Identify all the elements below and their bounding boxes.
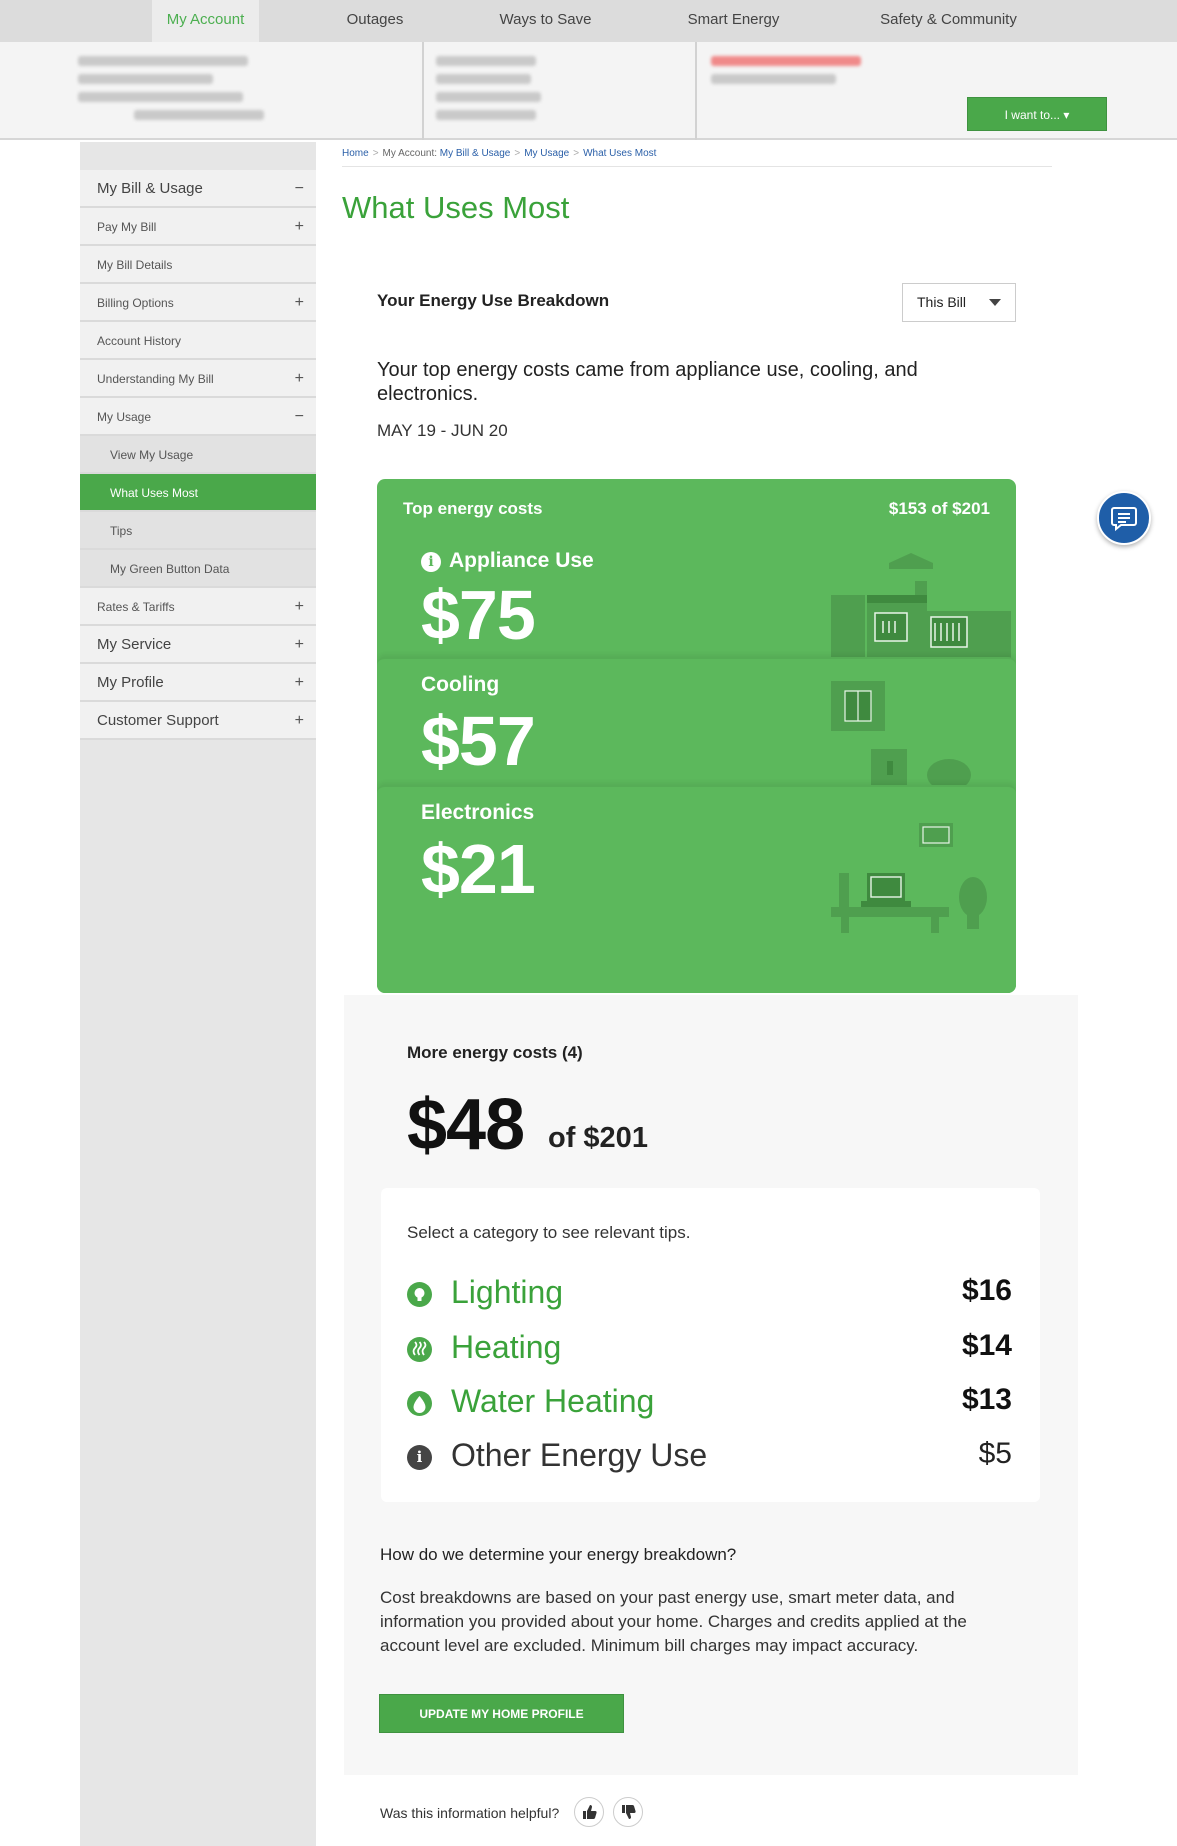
top-energy-costs-card: Top energy costs $153 of $201 i Appliance… — [377, 479, 1016, 993]
top-navigation: My Account Outages Ways to Save Smart En… — [0, 0, 1177, 42]
category-value: $14 — [961, 1329, 1012, 1362]
cost-panel-cooling[interactable]: Cooling $57 — [377, 657, 1016, 799]
sidebar-item-pay-my-bill[interactable]: Pay My Bill + — [80, 208, 316, 246]
category-value: $13 — [961, 1383, 1012, 1416]
expand-icon: + — [294, 598, 304, 615]
sidebar-item-account-history[interactable]: Account History — [80, 322, 316, 360]
sidebar-item-my-bill-usage[interactable]: My Bill & Usage − — [80, 170, 316, 208]
breadcrumb-bill-usage-link[interactable]: My Bill & Usage — [440, 148, 511, 159]
sidebar-item-green-button-data[interactable]: My Green Button Data — [80, 550, 316, 588]
expand-icon: + — [294, 636, 304, 653]
breadcrumb-current-page[interactable]: What Uses Most — [583, 148, 656, 159]
expand-icon: + — [294, 294, 304, 311]
tab-smart-energy[interactable]: Smart Energy — [676, 0, 791, 42]
breadcrumb-my-account: My Account: — [382, 148, 437, 159]
collapse-icon: − — [294, 408, 304, 425]
sidebar-item-rates-tariffs[interactable]: Rates & Tariffs + — [80, 588, 316, 626]
breadcrumb: Home > My Account: My Bill & Usage > My Usag… — [342, 148, 657, 159]
category-value: $16 — [961, 1274, 1012, 1307]
expand-icon: + — [294, 218, 304, 235]
info-icon: i — [407, 1445, 432, 1470]
account-info-redacted — [78, 42, 278, 140]
update-home-profile-button[interactable]: UPDATE MY HOME PROFILE — [379, 1694, 624, 1733]
feedback-question: Was this information helpful? — [380, 1805, 560, 1821]
divider — [342, 166, 1052, 167]
laptop-desk-icon — [831, 823, 987, 933]
sidebar-item-my-profile[interactable]: My Profile + — [80, 664, 316, 702]
tips-prompt: Select a category to see relevant tips. — [407, 1223, 691, 1242]
sidebar-item-tips[interactable]: Tips — [80, 512, 316, 550]
period-select[interactable]: This Bill — [902, 283, 1016, 322]
usage-summary: Your top energy costs came from applianc… — [377, 359, 918, 405]
tab-ways-to-save[interactable]: Ways to Save — [488, 0, 603, 42]
heat-icon — [407, 1337, 432, 1362]
category-value: $5 — [978, 1437, 1012, 1470]
sidebar-item-customer-support[interactable]: Customer Support + — [80, 702, 316, 740]
breadcrumb-home-link[interactable]: Home — [342, 148, 369, 159]
expand-icon: + — [294, 712, 304, 729]
cost-amount: $75 — [421, 576, 536, 654]
category-other-energy-use[interactable]: i Other Energy Use $5 — [407, 1437, 1012, 1477]
sidebar-item-my-service[interactable]: My Service + — [80, 626, 316, 664]
thumbs-down-button[interactable] — [613, 1797, 643, 1827]
chevron-down-icon — [989, 299, 1001, 306]
thumbs-down-icon — [622, 1805, 636, 1819]
collapse-icon: − — [294, 180, 304, 197]
breakdown-method-text: Cost breakdowns are based on your past e… — [380, 1588, 967, 1655]
more-costs-heading: More energy costs (4) — [407, 1043, 583, 1062]
sidebar-item-view-my-usage[interactable]: View My Usage — [80, 436, 316, 474]
kitchen-appliances-icon — [831, 553, 1011, 669]
page-title: What Uses Most — [342, 190, 570, 225]
sidebar-item-my-bill-details[interactable]: My Bill Details — [80, 246, 316, 284]
sidebar-menu: My Bill & Usage − Pay My Bill + My Bill De… — [80, 170, 316, 740]
thumbs-up-icon — [583, 1805, 597, 1819]
category-heating[interactable]: Heating $14 — [407, 1329, 1012, 1369]
cost-amount: $21 — [421, 830, 536, 908]
breakdown-heading: Your Energy Use Breakdown — [377, 291, 610, 310]
category-name: Water Heating — [451, 1383, 655, 1419]
chat-button[interactable] — [1097, 491, 1151, 545]
category-name: Heating — [451, 1329, 562, 1365]
date-range: MAY 19 - JUN 20 — [377, 421, 508, 440]
breadcrumb-my-usage-link[interactable]: My Usage — [524, 148, 569, 159]
top-costs-total: $153 of $201 — [888, 499, 990, 518]
lightbulb-icon — [407, 1282, 432, 1307]
expand-icon: + — [294, 674, 304, 691]
thumbs-up-button[interactable] — [574, 1797, 604, 1827]
cost-label: Cooling — [421, 673, 500, 696]
cost-panel-appliance[interactable]: i Appliance Use $75 — [377, 529, 1016, 669]
home-cooling-icon — [831, 681, 971, 799]
sidebar: My Bill & Usage − Pay My Bill + My Bill De… — [80, 142, 316, 1846]
expand-icon: + — [294, 370, 304, 387]
account-summary-header: I want to... ▾ — [0, 42, 1177, 140]
more-costs-amount: $48 — [407, 1085, 525, 1165]
chat-icon — [1111, 507, 1137, 532]
top-costs-heading: Top energy costs — [403, 499, 543, 518]
water-drop-icon — [407, 1391, 432, 1416]
tab-my-account[interactable]: My Account — [152, 0, 259, 42]
category-lighting[interactable]: Lighting $16 — [407, 1274, 1012, 1314]
sidebar-item-understanding-my-bill[interactable]: Understanding My Bill + — [80, 360, 316, 398]
tab-outages[interactable]: Outages — [320, 0, 430, 42]
cost-panel-electronics[interactable]: Electronics $21 — [377, 785, 1016, 993]
due-info-redacted — [711, 42, 871, 140]
payment-info-redacted — [436, 42, 586, 140]
more-costs-total: of $201 — [548, 1122, 648, 1154]
cost-label: Appliance Use — [449, 549, 594, 572]
i-want-to-button[interactable]: I want to... ▾ — [967, 97, 1107, 131]
category-name: Lighting — [451, 1274, 564, 1310]
sidebar-item-what-uses-most[interactable]: What Uses Most — [80, 474, 316, 512]
cost-label: Electronics — [421, 801, 535, 824]
sidebar-item-my-usage[interactable]: My Usage − — [80, 398, 316, 436]
cost-amount: $57 — [421, 702, 536, 780]
breakdown-method-heading: How do we determine your energy breakdow… — [380, 1545, 737, 1564]
info-icon[interactable]: i — [421, 552, 441, 572]
category-name: Other Energy Use — [451, 1437, 708, 1473]
sidebar-item-billing-options[interactable]: Billing Options + — [80, 284, 316, 322]
category-water-heating[interactable]: Water Heating $13 — [407, 1383, 1012, 1423]
tab-safety-community[interactable]: Safety & Community — [866, 0, 1031, 42]
